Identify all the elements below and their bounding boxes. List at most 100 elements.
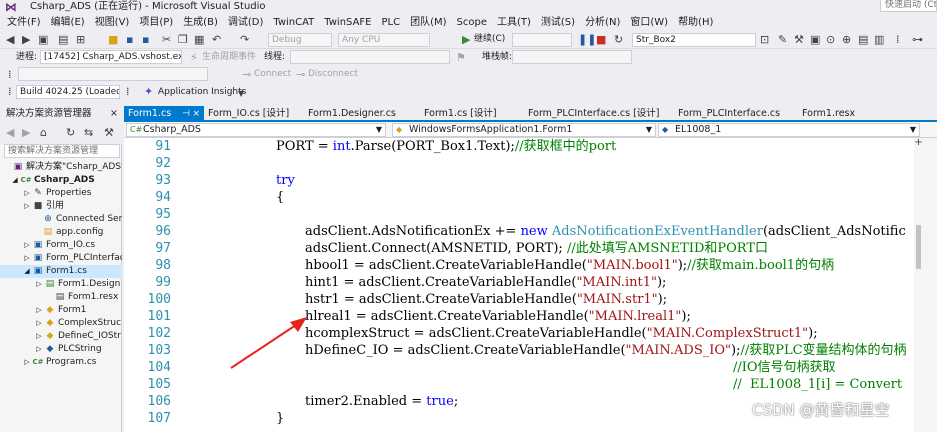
application-insights-icon[interactable]: ✦ bbox=[144, 85, 153, 98]
paste-icon[interactable]: ▦ bbox=[194, 33, 204, 46]
process-select[interactable]: [17452] Csharp_ADS.vshost.exe bbox=[40, 50, 182, 64]
undo-icon[interactable]: ↶ bbox=[212, 33, 221, 46]
forward-icon[interactable]: ▶ bbox=[22, 33, 30, 46]
tree-item[interactable]: ▷ ■ 引用 bbox=[0, 200, 122, 213]
connect-label[interactable]: Connect bbox=[254, 68, 291, 81]
find-in-files-icon[interactable]: ⊡ bbox=[760, 33, 769, 46]
lifecycle-events-label[interactable]: 生命周期事件 bbox=[202, 51, 256, 64]
save-icon[interactable]: ▪ bbox=[126, 33, 133, 46]
tree-item[interactable]: ▷ ◆ PLCString bbox=[0, 343, 122, 356]
find-combo[interactable]: Str_Box2 bbox=[632, 33, 756, 47]
menu-analyze[interactable]: 分析(N) bbox=[582, 14, 627, 31]
object-browser-icon[interactable]: ⊙ bbox=[826, 33, 835, 46]
menu-team[interactable]: 团队(M) bbox=[407, 14, 453, 31]
solution-explorer-icon[interactable]: ▣ bbox=[810, 33, 820, 46]
tab-document[interactable]: Form1.cs ⊣ × bbox=[124, 106, 204, 122]
menu-view[interactable]: 视图(V) bbox=[92, 14, 137, 31]
open-file-icon[interactable]: ▤ bbox=[58, 33, 68, 46]
menu-debug[interactable]: 调试(D) bbox=[225, 14, 271, 31]
menu-help[interactable]: 帮助(H) bbox=[675, 14, 720, 31]
menu-twinsafe[interactable]: TwinSAFE bbox=[321, 14, 378, 31]
stop-icon[interactable]: ■ bbox=[596, 33, 606, 46]
menu-project[interactable]: 项目(P) bbox=[136, 14, 180, 31]
cut-icon[interactable]: ✂ bbox=[162, 33, 171, 46]
pause-icon[interactable]: ❚❚ bbox=[578, 33, 596, 46]
tree-item[interactable]: ◢ C# Csharp_ADS bbox=[0, 174, 122, 187]
toolbox-icon[interactable]: ✎ bbox=[778, 33, 787, 46]
expand-arrow-icon[interactable]: ▷ bbox=[34, 304, 44, 317]
menu-edit[interactable]: 编辑(E) bbox=[48, 14, 92, 31]
twincat-target-select[interactable] bbox=[18, 67, 208, 81]
collapse-arrow-icon[interactable]: ◢ bbox=[22, 265, 32, 278]
expand-arrow-icon[interactable]: ▷ bbox=[22, 200, 32, 213]
output-icon[interactable]: ▥ bbox=[874, 33, 884, 46]
menu-file[interactable]: 文件(F) bbox=[4, 14, 48, 31]
split-editor-icon[interactable]: + bbox=[913, 138, 924, 149]
menu-build[interactable]: 生成(B) bbox=[180, 14, 225, 31]
quick-launch-input[interactable]: 快速启动 (Ctr bbox=[880, 0, 937, 12]
tab-document[interactable]: Form_PLCInterface.cs bbox=[674, 106, 798, 122]
solution-search-input[interactable]: 搜索解决方案资源管理 bbox=[4, 144, 120, 158]
tree-item[interactable]: ▤ Form1.resx bbox=[0, 291, 122, 304]
pin-icon[interactable]: ⊣ bbox=[182, 106, 190, 122]
open-folder-icon[interactable]: ■ bbox=[108, 33, 118, 46]
new-project-icon[interactable]: ▣ bbox=[38, 33, 48, 46]
continue-icon[interactable]: ▶ bbox=[462, 33, 470, 46]
close-icon[interactable]: × bbox=[192, 106, 200, 122]
redo-icon[interactable]: ↷ bbox=[240, 33, 249, 46]
menu-tools[interactable]: 工具(T) bbox=[494, 14, 538, 31]
continue-label[interactable]: 继续(C) bbox=[474, 33, 505, 46]
tree-item[interactable]: ▷ ◆ DefineC_IOStr bbox=[0, 330, 122, 343]
tree-item[interactable]: ⊕ Connected Servic bbox=[0, 213, 122, 226]
expand-arrow-icon[interactable]: ▷ bbox=[34, 343, 44, 356]
debug-target-select[interactable] bbox=[512, 33, 572, 47]
tab-document[interactable]: Form_IO.cs [设计] bbox=[204, 106, 304, 122]
expand-arrow-icon[interactable]: ▷ bbox=[22, 252, 32, 265]
properties-icon[interactable]: ⚒ bbox=[104, 126, 114, 139]
tab-document[interactable]: Form1.resx bbox=[798, 106, 878, 122]
sync-icon[interactable]: ↻ bbox=[66, 126, 75, 139]
tab-document[interactable]: Form_PLCInterface.cs [设计] bbox=[524, 106, 674, 122]
tree-item[interactable]: ▷ ◆ ComplexStruc bbox=[0, 317, 122, 330]
tree-item[interactable]: ▷ ▣ Form_PLCInterfac bbox=[0, 252, 122, 265]
flag-thread-icon[interactable]: ⚑ bbox=[456, 51, 466, 64]
switch-views-icon[interactable]: ⇆ bbox=[84, 126, 93, 139]
expand-arrow-icon[interactable]: ▷ bbox=[34, 317, 44, 330]
tree-item[interactable]: ▷ ▣ Form_IO.cs bbox=[0, 239, 122, 252]
copy-icon[interactable]: ❐ bbox=[178, 33, 188, 46]
menu-plc[interactable]: PLC bbox=[378, 14, 407, 31]
connect-icon[interactable]: ⊸ bbox=[242, 68, 251, 81]
expand-arrow-icon[interactable]: ▷ bbox=[22, 187, 32, 200]
menu-scope[interactable]: Scope bbox=[454, 14, 494, 31]
project-nav-select[interactable]: C# Csharp_ADS ▼ bbox=[126, 123, 386, 137]
class-nav-select[interactable]: ◆ WindowsFormsApplication1.Form1 ▼ bbox=[392, 123, 656, 137]
toolbar-overflow-icon[interactable]: ⁞ bbox=[896, 33, 900, 46]
solution-config-select[interactable]: Debug bbox=[268, 33, 332, 47]
disconnect-icon[interactable]: ⊸ bbox=[296, 68, 305, 81]
forward-icon[interactable]: ▶ bbox=[22, 126, 30, 139]
tree-item[interactable]: ▷ C# Program.cs bbox=[0, 356, 122, 369]
application-insights-label[interactable]: Application Insights bbox=[158, 86, 246, 99]
menu-window[interactable]: 窗口(W) bbox=[627, 14, 675, 31]
team-explorer-icon[interactable]: ⊕ bbox=[842, 33, 851, 46]
tab-document[interactable]: Form1.cs [设计] bbox=[420, 106, 524, 122]
stack-frame-select[interactable] bbox=[512, 50, 632, 64]
build-select[interactable]: Build 4024.25 (Loaded) bbox=[16, 85, 120, 99]
scrollbar-thumb[interactable] bbox=[916, 225, 921, 269]
expand-arrow-icon[interactable]: ▷ bbox=[22, 239, 32, 252]
thread-select[interactable] bbox=[290, 50, 450, 64]
tab-document[interactable]: Form1.Designer.cs bbox=[304, 106, 420, 122]
menu-test[interactable]: 测试(S) bbox=[538, 14, 582, 31]
disconnect-label[interactable]: Disconnect bbox=[308, 68, 358, 81]
expand-arrow-icon[interactable]: ▷ bbox=[34, 278, 44, 291]
chevron-down-icon[interactable]: ▼ bbox=[238, 87, 244, 100]
close-icon[interactable]: × bbox=[110, 106, 118, 122]
tree-item[interactable]: ▤ app.config bbox=[0, 226, 122, 239]
attach-icon[interactable]: ⊶ bbox=[912, 33, 923, 46]
code-editor[interactable]: 91 92 93 94 95 96 97 98 99 100 101 102 103 104 105 106 1… bbox=[124, 138, 937, 432]
lifecycle-events-icon[interactable]: ⚡ bbox=[190, 51, 198, 64]
extensions-icon[interactable]: ▤ bbox=[858, 33, 868, 46]
add-item-icon[interactable]: ⊞ bbox=[76, 33, 85, 46]
solution-platform-select[interactable]: Any CPU bbox=[338, 33, 430, 47]
tree-item[interactable]: ▷ ▤ Form1.Design bbox=[0, 278, 122, 291]
